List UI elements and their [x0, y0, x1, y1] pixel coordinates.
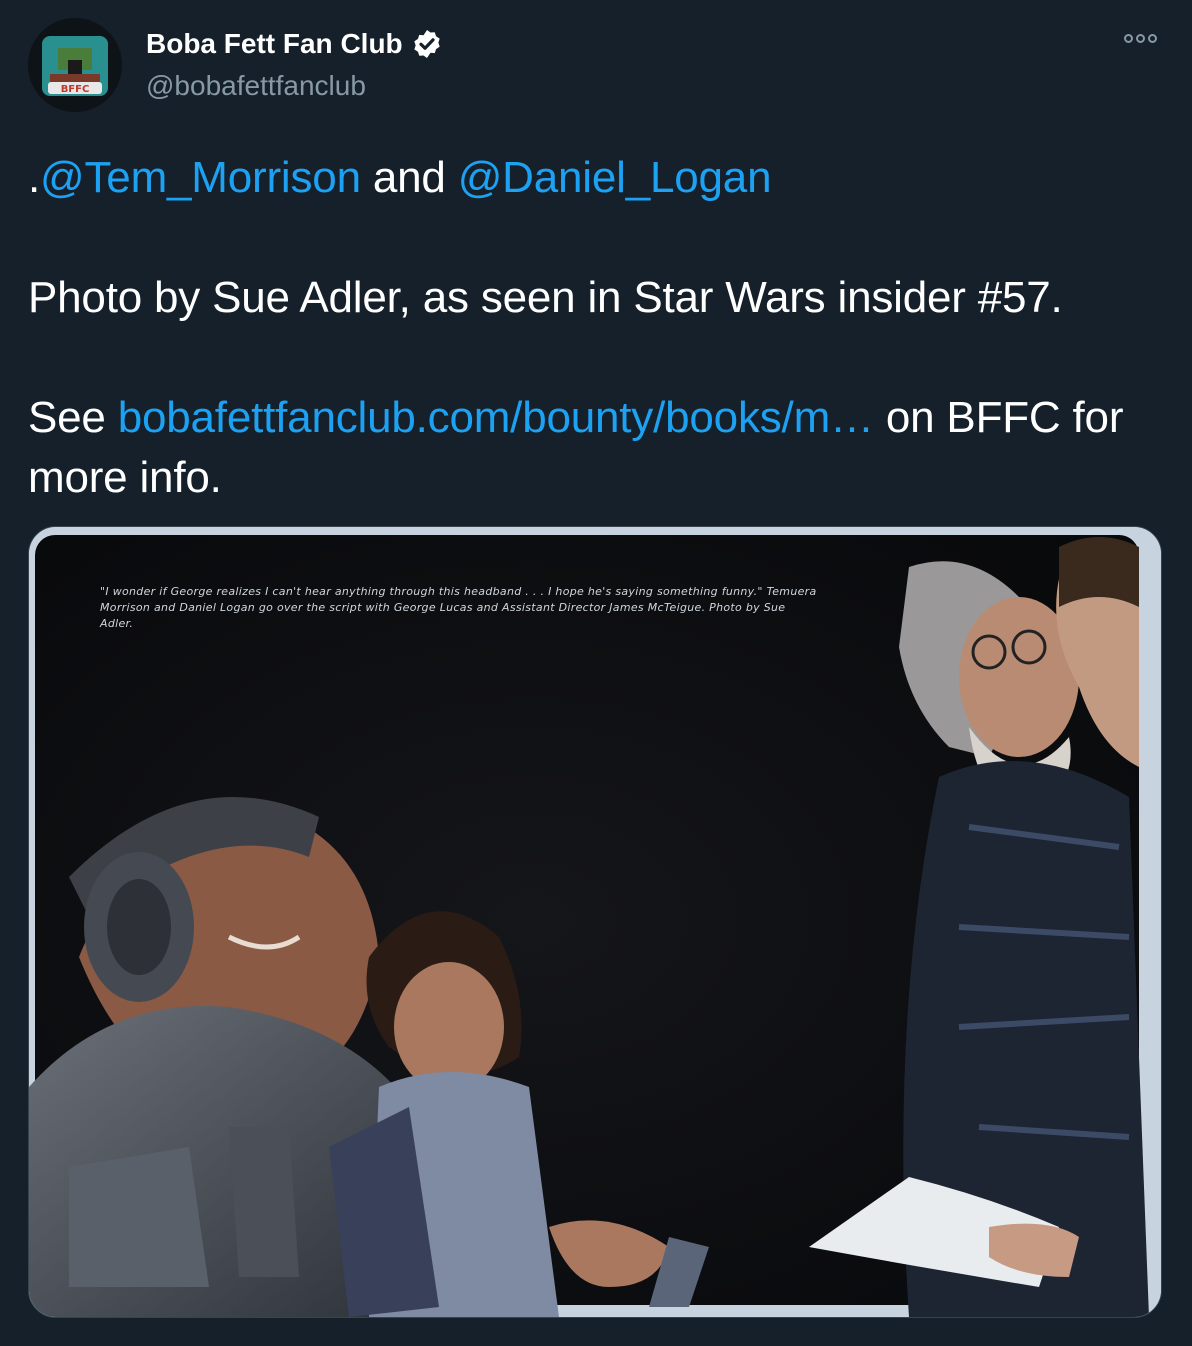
mention-prefix: . [28, 153, 41, 202]
more-info-line: See bobafettfanclub.com/bounty/books/m… … [28, 388, 1168, 508]
handle[interactable]: @bobafettfanclub [146, 70, 366, 102]
tweet-text: .@Tem_Morrison and @Daniel_Logan Photo b… [28, 148, 1168, 508]
external-link[interactable]: bobafettfanclub.com/bounty/books/m… [118, 393, 874, 442]
tweet-photo[interactable] [28, 526, 1162, 1318]
boba-fett-avatar-icon: BFFC [28, 18, 122, 112]
author-row: Boba Fett Fan Club [146, 28, 443, 60]
photo-caption: "I wonder if George realizes I can't hea… [100, 585, 817, 630]
magazine-photo-illustration [29, 527, 1161, 1317]
mention-tem-morrison[interactable]: @Tem_Morrison [40, 153, 361, 202]
mention-daniel-logan[interactable]: @Daniel_Logan [458, 153, 772, 202]
and-text: and [360, 153, 458, 202]
svg-text:BFFC: BFFC [61, 84, 90, 95]
mentions-line: .@Tem_Morrison and @Daniel_Logan [28, 148, 1168, 208]
see-text: See [28, 393, 118, 442]
verified-badge-icon [413, 30, 440, 58]
photo-credit-line: Photo by Sue Adler, as seen in Star Wars… [28, 273, 1063, 322]
display-name[interactable]: Boba Fett Fan Club [146, 28, 403, 60]
more-options-icon[interactable] [1124, 34, 1157, 43]
avatar[interactable]: BFFC [28, 18, 122, 112]
